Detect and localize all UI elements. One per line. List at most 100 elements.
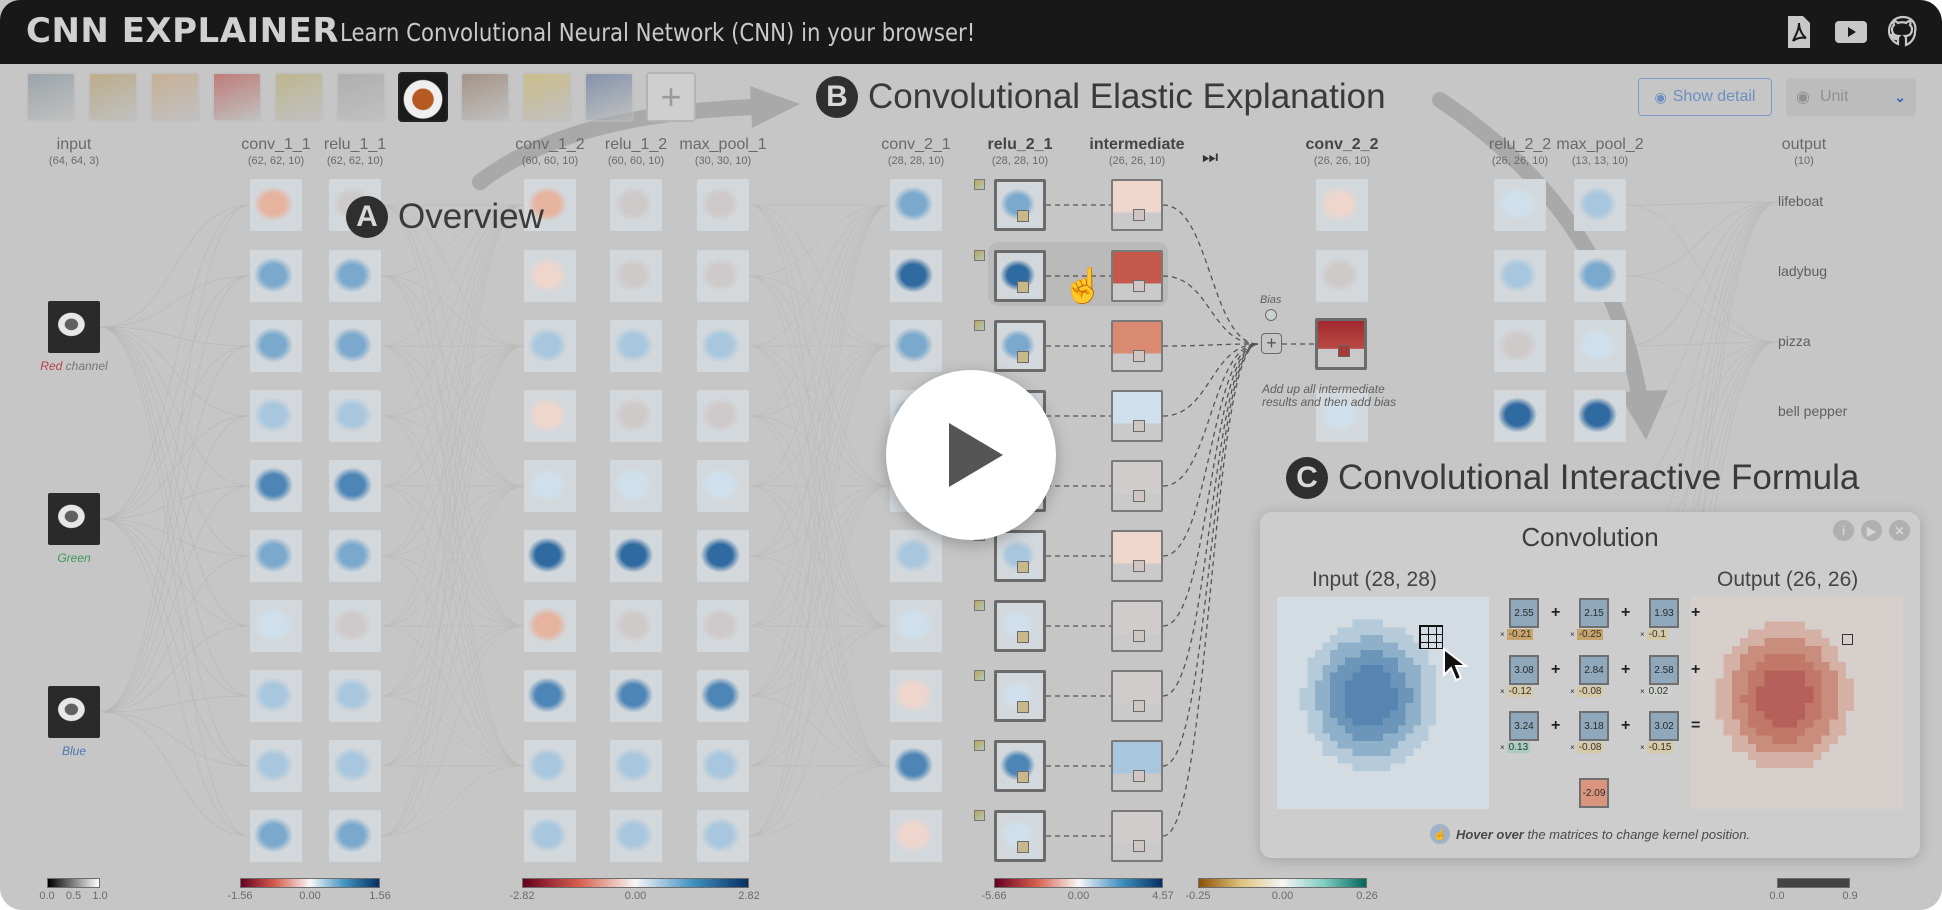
feature-map-relu-2-2-3[interactable] bbox=[1494, 390, 1546, 442]
image-thumb-bell-pepper[interactable] bbox=[212, 72, 262, 122]
feature-map-intermediate-1[interactable] bbox=[1111, 250, 1163, 302]
feature-map-max-pool-2-3[interactable] bbox=[1574, 390, 1626, 442]
feature-map-relu-2-1-7[interactable] bbox=[994, 670, 1046, 722]
output-class-bell-pepper[interactable]: bell pepper bbox=[1778, 403, 1847, 419]
feature-map-conv-2-1-7[interactable] bbox=[890, 670, 942, 722]
input-channel-blue[interactable] bbox=[48, 686, 100, 738]
feature-map-relu-1-2-8[interactable] bbox=[610, 740, 662, 792]
feature-map-intermediate-7[interactable] bbox=[1111, 670, 1163, 722]
info-icon[interactable]: i bbox=[1833, 520, 1854, 541]
feature-map-intermediate-5[interactable] bbox=[1111, 530, 1163, 582]
pdf-icon[interactable] bbox=[1782, 14, 1816, 50]
kernel-thumbnail[interactable] bbox=[974, 320, 985, 331]
github-icon[interactable] bbox=[1886, 14, 1920, 50]
feature-map-relu-1-2-0[interactable] bbox=[610, 179, 662, 231]
feature-map-conv-2-1-5[interactable] bbox=[890, 530, 942, 582]
image-thumb-red-panda[interactable] bbox=[460, 72, 510, 122]
feature-map-max-pool-1-3[interactable] bbox=[697, 390, 749, 442]
close-icon[interactable]: ✕ bbox=[1889, 520, 1910, 541]
fast-forward-icon[interactable]: ⏭ bbox=[1202, 147, 1218, 168]
input-channel-red[interactable] bbox=[48, 301, 100, 353]
image-thumb-ladybug[interactable] bbox=[88, 72, 138, 122]
feature-map-max-pool-2-2[interactable] bbox=[1574, 320, 1626, 372]
kernel-thumbnail[interactable] bbox=[974, 810, 985, 821]
youtube-icon[interactable] bbox=[1834, 14, 1868, 50]
color-scale-select[interactable]: ◉ Unit ⌄ bbox=[1786, 78, 1916, 116]
feature-map-relu-1-2-9[interactable] bbox=[610, 810, 662, 862]
feature-map-intermediate-3[interactable] bbox=[1111, 390, 1163, 442]
feature-map-relu-1-2-6[interactable] bbox=[610, 600, 662, 652]
feature-map-relu-2-2-2[interactable] bbox=[1494, 320, 1546, 372]
kernel-thumbnail[interactable] bbox=[974, 250, 985, 261]
output-class-lifeboat[interactable]: lifeboat bbox=[1778, 193, 1823, 209]
output-class-pizza[interactable]: pizza bbox=[1778, 333, 1811, 349]
play-icon[interactable]: ▶ bbox=[1861, 520, 1882, 541]
feature-map-conv-1-1-0[interactable] bbox=[250, 179, 302, 231]
video-play-button[interactable] bbox=[886, 370, 1056, 540]
feature-map-relu-1-1-5[interactable] bbox=[329, 530, 381, 582]
add-image-button[interactable]: + bbox=[646, 72, 696, 122]
feature-map-conv-1-2-6[interactable] bbox=[524, 600, 576, 652]
kernel-cell[interactable]: 2.15 × -0.25 bbox=[1570, 598, 1611, 640]
feature-map-max-pool-1-8[interactable] bbox=[697, 740, 749, 792]
input-channel-green[interactable] bbox=[48, 493, 100, 545]
conv-2-2-selected-map[interactable] bbox=[1315, 318, 1367, 370]
feature-map-relu-1-1-6[interactable] bbox=[329, 600, 381, 652]
kernel-cell[interactable]: 3.24 × 0.13 bbox=[1500, 711, 1541, 753]
feature-map-conv-2-1-0[interactable] bbox=[890, 179, 942, 231]
image-thumb-sport-car[interactable] bbox=[584, 72, 634, 122]
feature-map-relu-1-1-2[interactable] bbox=[329, 320, 381, 372]
feature-map-conv-2-1-9[interactable] bbox=[890, 810, 942, 862]
input-matrix[interactable] bbox=[1277, 597, 1489, 809]
show-detail-button[interactable]: ◉ Show detail bbox=[1638, 78, 1772, 116]
feature-map-conv-1-1-9[interactable] bbox=[250, 810, 302, 862]
feature-map-conv-2-2-1[interactable] bbox=[1316, 250, 1368, 302]
feature-map-intermediate-0[interactable] bbox=[1111, 179, 1163, 231]
feature-map-max-pool-1-9[interactable] bbox=[697, 810, 749, 862]
kernel-cell[interactable]: 2.84 × -0.08 bbox=[1570, 655, 1611, 697]
feature-map-max-pool-1-2[interactable] bbox=[697, 320, 749, 372]
feature-map-conv-1-1-2[interactable] bbox=[250, 320, 302, 372]
image-thumb-pizza[interactable] bbox=[150, 72, 200, 122]
feature-map-intermediate-9[interactable] bbox=[1111, 810, 1163, 862]
feature-map-intermediate-6[interactable] bbox=[1111, 600, 1163, 652]
feature-map-relu-2-1-6[interactable] bbox=[994, 600, 1046, 652]
feature-map-conv-2-2-0[interactable] bbox=[1316, 179, 1368, 231]
feature-map-relu-1-1-9[interactable] bbox=[329, 810, 381, 862]
feature-map-intermediate-8[interactable] bbox=[1111, 740, 1163, 792]
feature-map-relu-2-2-1[interactable] bbox=[1494, 250, 1546, 302]
kernel-cell[interactable]: 3.08 × -0.12 bbox=[1500, 655, 1541, 697]
feature-map-conv-1-2-2[interactable] bbox=[524, 320, 576, 372]
feature-map-conv-1-2-4[interactable] bbox=[524, 460, 576, 512]
feature-map-relu-1-1-4[interactable] bbox=[329, 460, 381, 512]
feature-map-relu-1-2-5[interactable] bbox=[610, 530, 662, 582]
image-thumb-espresso[interactable] bbox=[398, 72, 448, 122]
feature-map-relu-2-1-2[interactable] bbox=[994, 320, 1046, 372]
feature-map-intermediate-2[interactable] bbox=[1111, 320, 1163, 372]
feature-map-conv-2-1-2[interactable] bbox=[890, 320, 942, 372]
feature-map-conv-1-1-5[interactable] bbox=[250, 530, 302, 582]
feature-map-conv-1-1-8[interactable] bbox=[250, 740, 302, 792]
feature-map-intermediate-4[interactable] bbox=[1111, 460, 1163, 512]
feature-map-conv-1-2-9[interactable] bbox=[524, 810, 576, 862]
feature-map-relu-1-2-3[interactable] bbox=[610, 390, 662, 442]
kernel-cell[interactable]: 2.58 × 0.02 bbox=[1640, 655, 1681, 697]
feature-map-conv-1-2-3[interactable] bbox=[524, 390, 576, 442]
kernel-thumbnail[interactable] bbox=[974, 670, 985, 681]
kernel-cell[interactable]: 2.55 × -0.21 bbox=[1500, 598, 1541, 640]
feature-map-conv-2-1-8[interactable] bbox=[890, 740, 942, 792]
feature-map-conv-1-1-6[interactable] bbox=[250, 600, 302, 652]
kernel-thumbnail[interactable] bbox=[974, 740, 985, 751]
feature-map-relu-1-2-4[interactable] bbox=[610, 460, 662, 512]
feature-map-conv-2-1-1[interactable] bbox=[890, 250, 942, 302]
feature-map-max-pool-1-6[interactable] bbox=[697, 600, 749, 652]
feature-map-relu-1-1-8[interactable] bbox=[329, 740, 381, 792]
feature-map-conv-1-2-7[interactable] bbox=[524, 670, 576, 722]
feature-map-max-pool-2-0[interactable] bbox=[1574, 179, 1626, 231]
feature-map-relu-2-1-1[interactable] bbox=[994, 250, 1046, 302]
feature-map-max-pool-1-0[interactable] bbox=[697, 179, 749, 231]
feature-map-relu-2-1-0[interactable] bbox=[994, 179, 1046, 231]
feature-map-relu-2-1-5[interactable] bbox=[994, 530, 1046, 582]
image-thumb-koala[interactable] bbox=[336, 72, 386, 122]
output-matrix[interactable] bbox=[1691, 597, 1903, 809]
